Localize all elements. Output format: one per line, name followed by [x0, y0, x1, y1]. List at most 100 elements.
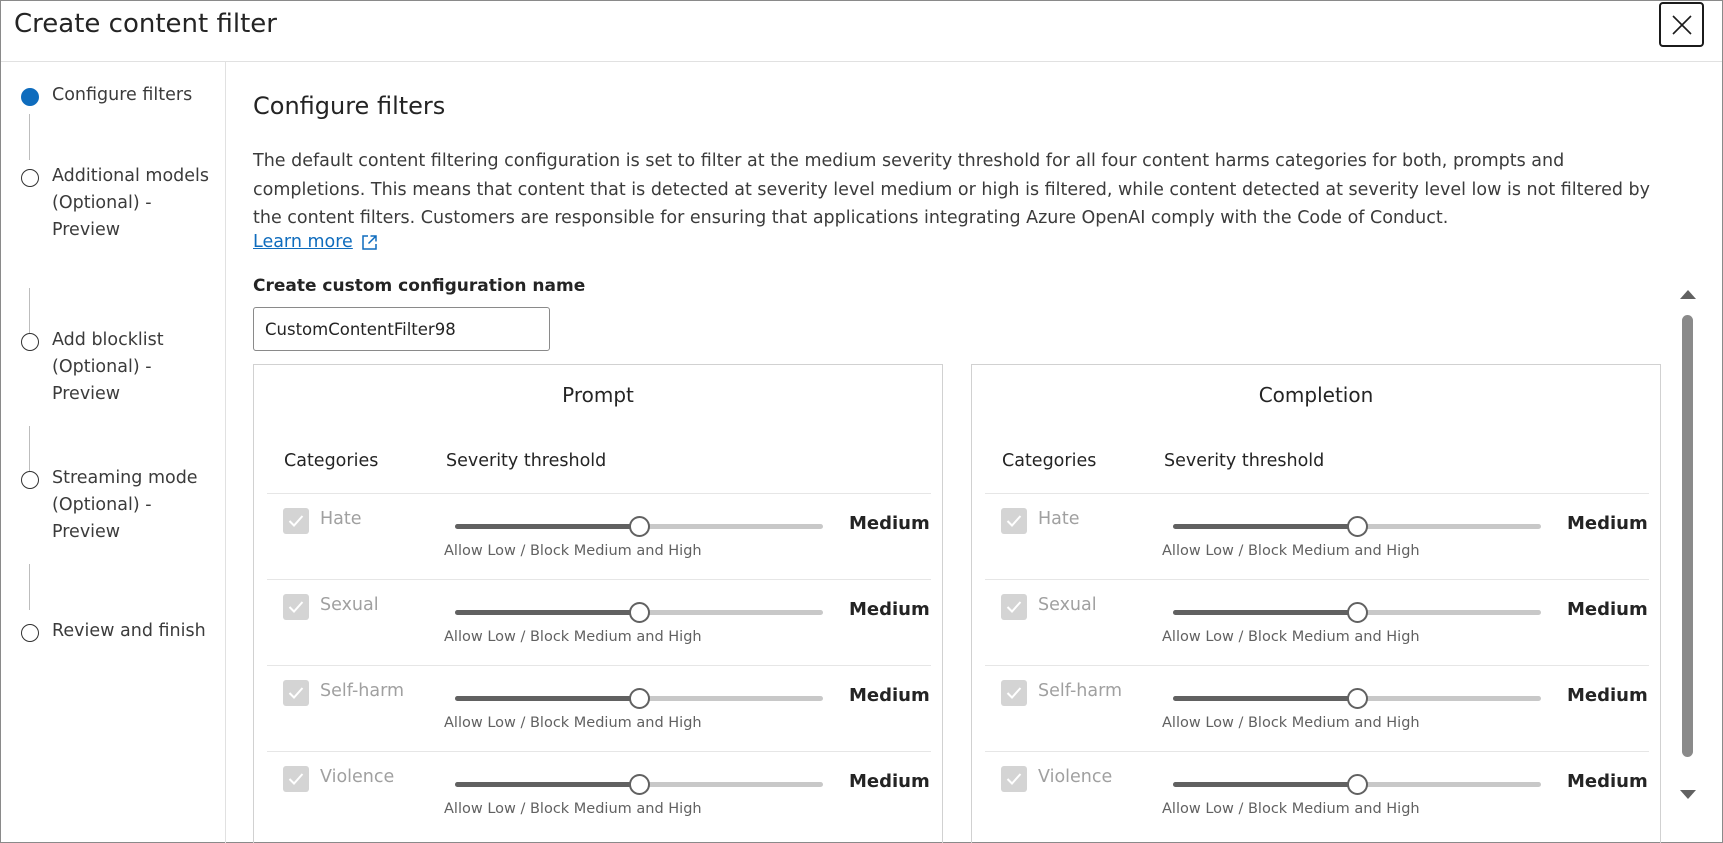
- description-text: The default content filtering configurat…: [253, 151, 1650, 228]
- step-connector: [29, 426, 30, 472]
- slider-fill: [1173, 610, 1357, 615]
- slider-fill: [1173, 782, 1357, 787]
- violence-severity-slider[interactable]: [1173, 774, 1541, 795]
- severity-hint: Allow Low / Block Medium and High: [1162, 715, 1420, 731]
- section-title: Configure filters: [253, 92, 446, 120]
- config-name-label: Create custom configuration name: [253, 276, 586, 296]
- severity-value: Medium: [1567, 685, 1648, 706]
- scroll-up-arrow-icon[interactable]: [1680, 290, 1696, 299]
- learn-more-label: Learn more: [253, 232, 353, 252]
- checkmark-icon: [1006, 773, 1022, 785]
- slider-thumb[interactable]: [629, 516, 650, 537]
- category-row: Self-harm Medium Allow Low / Block Medium …: [985, 665, 1649, 751]
- slider-thumb[interactable]: [1347, 602, 1368, 623]
- sexual-checkbox[interactable]: [1001, 594, 1027, 620]
- slider-fill: [455, 782, 639, 787]
- category-name: Violence: [320, 767, 395, 787]
- categories-header: Categories: [284, 451, 379, 471]
- self-harm-checkbox[interactable]: [1001, 680, 1027, 706]
- severity-hint: Allow Low / Block Medium and High: [444, 629, 702, 645]
- slider-fill: [1173, 696, 1357, 701]
- prompt-panel: Prompt Categories Severity threshold Hat…: [253, 364, 943, 843]
- category-row: Sexual Medium Allow Low / Block Medium and…: [267, 579, 931, 665]
- step-active-indicator: [21, 88, 39, 106]
- dialog-title: Create content filter: [14, 9, 277, 39]
- checkmark-icon: [288, 773, 304, 785]
- sexual-severity-slider[interactable]: [455, 602, 823, 623]
- category-name: Self-harm: [1038, 681, 1123, 701]
- severity-value: Medium: [849, 513, 930, 534]
- slider-thumb[interactable]: [629, 774, 650, 795]
- step-indicator: [21, 471, 39, 489]
- step-label: Add blocklist (Optional) - Preview: [52, 330, 164, 404]
- category-name: Violence: [1038, 767, 1113, 787]
- scrollbar-thumb[interactable]: [1682, 315, 1693, 757]
- checkmark-icon: [288, 687, 304, 699]
- checkmark-icon: [1006, 601, 1022, 613]
- self-harm-checkbox[interactable]: [283, 680, 309, 706]
- categories-header: Categories: [1002, 451, 1097, 471]
- checkmark-icon: [1006, 687, 1022, 699]
- severity-hint: Allow Low / Block Medium and High: [444, 543, 702, 559]
- slider-fill: [455, 524, 639, 529]
- category-row: Sexual Medium Allow Low / Block Medium and…: [985, 579, 1649, 665]
- severity-hint: Allow Low / Block Medium and High: [444, 801, 702, 817]
- step-indicator: [21, 169, 39, 187]
- slider-fill: [455, 696, 639, 701]
- step-connector: [29, 564, 30, 610]
- category-row: Self-harm Medium Allow Low / Block Medium …: [267, 665, 931, 751]
- slider-thumb[interactable]: [1347, 516, 1368, 537]
- learn-more-link[interactable]: Learn more: [253, 232, 378, 252]
- violence-severity-slider[interactable]: [455, 774, 823, 795]
- step-label: Additional models (Optional) - Preview: [52, 166, 210, 240]
- completion-panel: Completion Categories Severity threshold…: [971, 364, 1661, 843]
- panel-title: Prompt: [562, 383, 634, 407]
- step-connector: [29, 114, 30, 160]
- hate-severity-slider[interactable]: [455, 516, 823, 537]
- severity-value: Medium: [849, 771, 930, 792]
- slider-fill: [1173, 524, 1357, 529]
- hate-checkbox[interactable]: [283, 508, 309, 534]
- category-name: Self-harm: [320, 681, 405, 701]
- self-harm-severity-slider[interactable]: [1173, 688, 1541, 709]
- hate-severity-slider[interactable]: [1173, 516, 1541, 537]
- step-label: Configure filters: [52, 85, 193, 105]
- close-button[interactable]: [1659, 2, 1704, 47]
- category-row: Violence Medium Allow Low / Block Medium a…: [985, 751, 1649, 837]
- category-name: Hate: [1038, 509, 1080, 529]
- severity-hint: Allow Low / Block Medium and High: [1162, 801, 1420, 817]
- sexual-checkbox[interactable]: [283, 594, 309, 620]
- external-link-icon: [362, 234, 377, 250]
- wizard-steps: Configure filters Additional models (Opt…: [1, 62, 226, 843]
- severity-hint: Allow Low / Block Medium and High: [444, 715, 702, 731]
- slider-thumb[interactable]: [1347, 774, 1368, 795]
- step-indicator: [21, 333, 39, 351]
- severity-hint: Allow Low / Block Medium and High: [1162, 629, 1420, 645]
- severity-threshold-header: Severity threshold: [1164, 451, 1325, 471]
- category-row: Violence Medium Allow Low / Block Medium a…: [267, 751, 931, 837]
- severity-value: Medium: [849, 685, 930, 706]
- self-harm-severity-slider[interactable]: [455, 688, 823, 709]
- category-row: Hate Medium Allow Low / Block Medium and H…: [985, 493, 1649, 579]
- slider-thumb[interactable]: [629, 602, 650, 623]
- severity-hint: Allow Low / Block Medium and High: [1162, 543, 1420, 559]
- sexual-severity-slider[interactable]: [1173, 602, 1541, 623]
- scroll-down-arrow-icon[interactable]: [1680, 790, 1696, 799]
- category-name: Sexual: [320, 595, 379, 615]
- violence-checkbox[interactable]: [1001, 766, 1027, 792]
- config-name-input[interactable]: [253, 307, 550, 351]
- vertical-scrollbar[interactable]: [1677, 290, 1697, 808]
- severity-threshold-header: Severity threshold: [446, 451, 607, 471]
- checkmark-icon: [1006, 515, 1022, 527]
- slider-thumb[interactable]: [1347, 688, 1368, 709]
- slider-fill: [455, 610, 639, 615]
- violence-checkbox[interactable]: [283, 766, 309, 792]
- step-label: Streaming mode (Optional) - Preview: [52, 468, 198, 542]
- hate-checkbox[interactable]: [1001, 508, 1027, 534]
- category-name: Hate: [320, 509, 362, 529]
- slider-thumb[interactable]: [629, 688, 650, 709]
- dialog-header: Create content filter: [1, 1, 1722, 62]
- step-indicator: [21, 624, 39, 642]
- severity-value: Medium: [1567, 771, 1648, 792]
- severity-value: Medium: [1567, 513, 1648, 534]
